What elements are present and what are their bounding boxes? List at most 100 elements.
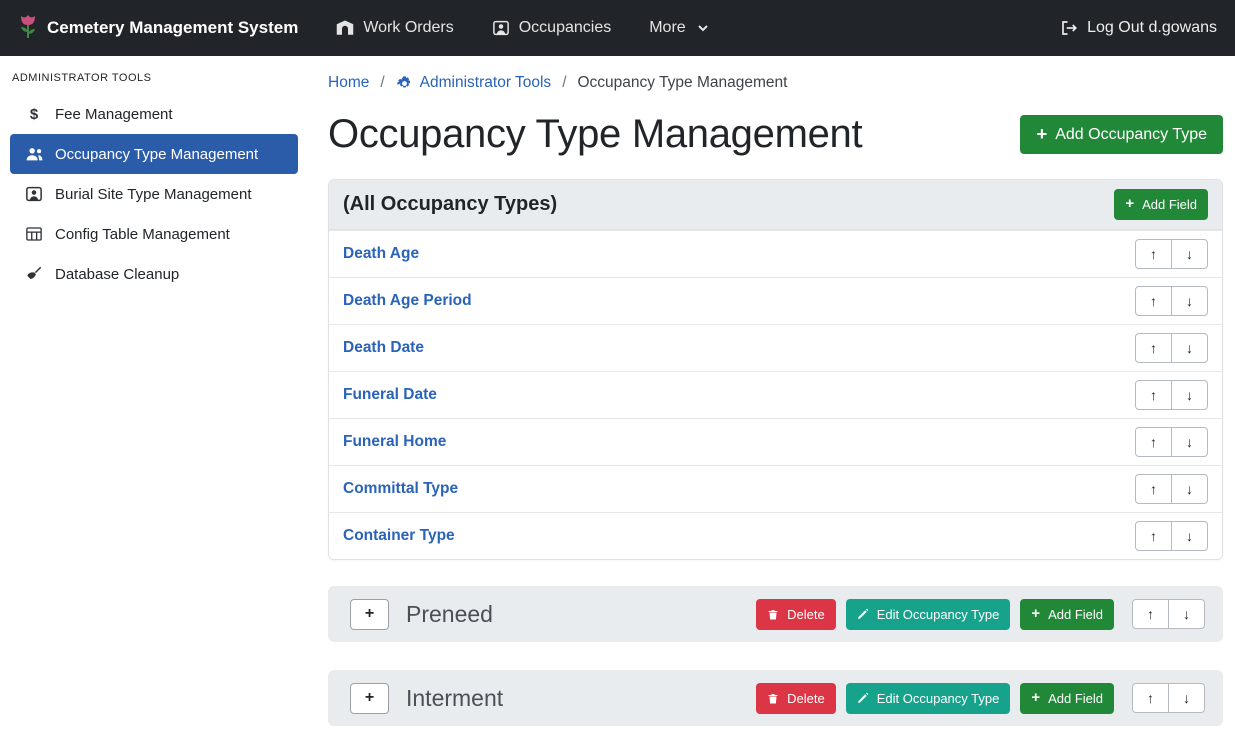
move-up-button[interactable]: ↑ [1135,427,1172,457]
field-row: Funeral Home ↑ ↓ [329,418,1222,465]
field-link[interactable]: Death Age Period [343,292,472,310]
move-up-button[interactable]: ↑ [1135,333,1172,363]
sidebar-section-header: Administrator Tools [0,62,308,94]
chevron-down-icon [697,22,709,34]
card-header: (All Occupancy Types) + Add Field [329,180,1222,230]
move-down-button[interactable]: ↓ [1171,427,1208,457]
move-up-button[interactable]: ↑ [1135,239,1172,269]
delete-button[interactable]: Delete [756,683,836,714]
field-row: Container Type ↑ ↓ [329,512,1222,559]
page-header: Occupancy Type Management + Add Occupanc… [328,112,1223,157]
move-down-button[interactable]: ↓ [1171,380,1208,410]
move-down-button[interactable]: ↓ [1171,286,1208,316]
card-title: (All Occupancy Types) [343,193,557,216]
nav-item-occupancies[interactable]: Occupancies [492,19,612,37]
logout-button[interactable]: Log Out d.gowans [1060,19,1217,37]
field-link[interactable]: Funeral Home [343,433,446,451]
reorder-group: ↑ ↓ [1135,427,1208,457]
field-link[interactable]: Committal Type [343,480,458,498]
reorder-group: ↑ ↓ [1132,599,1205,629]
reorder-group: ↑ ↓ [1135,474,1208,504]
delete-button[interactable]: Delete [756,599,836,630]
move-up-button[interactable]: ↑ [1135,286,1172,316]
nav-item-work-orders[interactable]: Work Orders [336,19,453,37]
field-row: Death Age ↑ ↓ [329,230,1222,277]
move-down-button[interactable]: ↓ [1168,599,1205,629]
move-down-button[interactable]: ↓ [1171,474,1208,504]
broom-icon [20,265,48,283]
person-frame-icon [492,19,510,37]
person-frame-icon [20,185,48,203]
field-link[interactable]: Death Date [343,339,424,357]
table-icon [20,225,48,243]
all-occupancy-types-card: (All Occupancy Types) + Add Field Death … [328,179,1223,560]
add-occupancy-type-button[interactable]: + Add Occupancy Type [1020,115,1223,153]
field-link[interactable]: Funeral Date [343,386,437,404]
top-navbar: Cemetery Management System Work Orders O… [0,0,1235,56]
gear-icon [396,75,413,92]
sidebar: Administrator Tools $ Fee Management Occ… [0,56,308,738]
move-up-button[interactable]: ↑ [1135,474,1172,504]
trash-icon [767,608,779,621]
field-link[interactable]: Container Type [343,527,455,545]
move-down-button[interactable]: ↓ [1171,333,1208,363]
move-up-button[interactable]: ↑ [1135,380,1172,410]
edit-occupancy-type-button[interactable]: Edit Occupancy Type [846,683,1011,714]
users-icon [20,146,48,162]
add-field-button[interactable]: + Add Field [1114,189,1208,220]
section-actions: Delete Edit Occupancy Type + Add Field ↑ [756,599,1205,630]
move-down-button[interactable]: ↓ [1168,683,1205,713]
move-up-button[interactable]: ↑ [1135,521,1172,551]
main-content: Home / Administrator Tools / Occupancy T… [308,56,1235,738]
field-row: Death Date ↑ ↓ [329,324,1222,371]
breadcrumb: Home / Administrator Tools / Occupancy T… [328,74,1223,92]
move-down-button[interactable]: ↓ [1171,239,1208,269]
breadcrumb-current: Occupancy Type Management [578,74,788,92]
app-title: Cemetery Management System [47,18,298,38]
reorder-group: ↑ ↓ [1135,333,1208,363]
plus-icon: + [1031,691,1040,706]
reorder-group: ↑ ↓ [1135,380,1208,410]
sidebar-item-burial-site-type-management[interactable]: Burial Site Type Management [10,174,298,214]
reorder-group: ↑ ↓ [1132,683,1205,713]
move-down-button[interactable]: ↓ [1171,521,1208,551]
section-actions: Delete Edit Occupancy Type + Add Field ↑ [756,683,1205,714]
app-brand[interactable]: Cemetery Management System [18,15,298,41]
expand-button[interactable]: + [350,599,389,630]
section-title: Preneed [406,601,493,628]
field-row: Funeral Date ↑ ↓ [329,371,1222,418]
breadcrumb-home-link[interactable]: Home [328,74,369,92]
breadcrumb-separator: / [380,74,384,92]
plus-icon: + [1125,197,1134,212]
trash-icon [767,692,779,705]
sidebar-item-config-table-management[interactable]: Config Table Management [10,214,298,254]
nav-item-more[interactable]: More [649,19,708,37]
add-field-button[interactable]: + Add Field [1020,599,1114,630]
occupancy-type-section-interment: + Interment Delete [328,670,1223,726]
plus-icon: + [1031,607,1040,622]
work-orders-icon [336,19,354,37]
occupancy-type-section-preneed: + Preneed Delete [328,586,1223,642]
sidebar-item-fee-management[interactable]: $ Fee Management [10,94,298,134]
breadcrumb-admin-tools-link[interactable]: Administrator Tools [396,74,552,92]
sidebar-item-database-cleanup[interactable]: Database Cleanup [10,254,298,294]
field-row: Committal Type ↑ ↓ [329,465,1222,512]
sidebar-item-occupancy-type-management[interactable]: Occupancy Type Management [10,134,298,174]
add-field-button[interactable]: + Add Field [1020,683,1114,714]
field-link[interactable]: Death Age [343,245,419,263]
section-title: Interment [406,685,503,712]
move-up-button[interactable]: ↑ [1132,599,1169,629]
edit-occupancy-type-button[interactable]: Edit Occupancy Type [846,599,1011,630]
reorder-group: ↑ ↓ [1135,521,1208,551]
reorder-group: ↑ ↓ [1135,286,1208,316]
reorder-group: ↑ ↓ [1135,239,1208,269]
flower-logo-icon [18,15,38,41]
field-row: Death Age Period ↑ ↓ [329,277,1222,324]
plus-icon: + [1036,125,1047,143]
logout-icon [1060,19,1078,37]
page-title: Occupancy Type Management [328,112,862,157]
move-up-button[interactable]: ↑ [1132,683,1169,713]
pencil-icon [857,692,869,704]
pencil-icon [857,608,869,620]
expand-button[interactable]: + [350,683,389,714]
